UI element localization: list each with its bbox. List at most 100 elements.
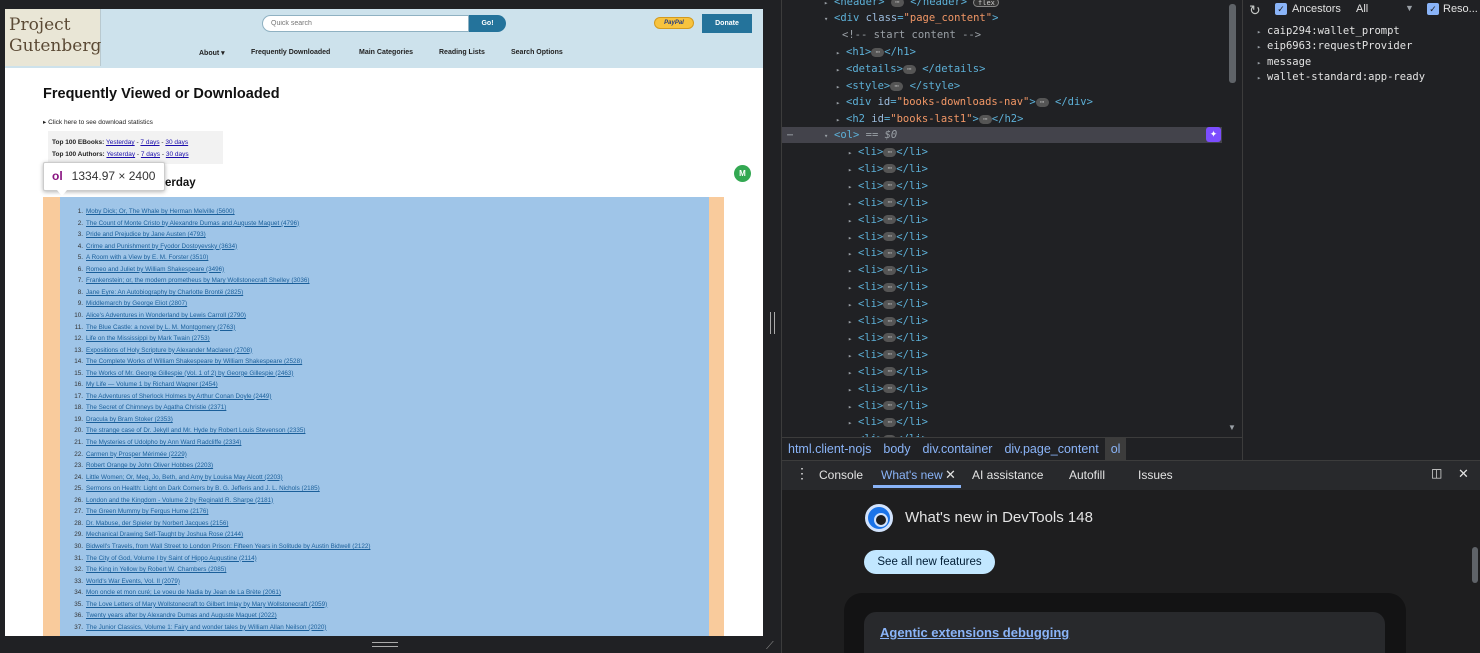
collapse-icon[interactable]: ▾ [824, 11, 834, 27]
authors-30-days-link[interactable]: 30 days [166, 151, 189, 158]
dom-node-li[interactable]: ▸<li>⋯</li> [848, 347, 928, 363]
dom-node-li[interactable]: ▸<li>⋯</li> [848, 195, 928, 211]
dom-node-ol-selected[interactable]: ▾ <ol> == $0 [782, 127, 1222, 143]
nav-main-categories[interactable]: Main Categories [359, 49, 413, 56]
flex-badge[interactable]: flex [973, 0, 1000, 7]
dom-node-li[interactable]: ▸<li>⋯</li> [848, 381, 928, 397]
expand-icon[interactable]: ▸ [848, 263, 858, 279]
book-link[interactable]: The Mysteries of Udolpho by Ann Ward Rad… [86, 439, 241, 446]
expand-icon[interactable]: ▸ [836, 45, 846, 61]
breadcrumb-html[interactable]: html.client-nojs [782, 438, 877, 460]
dom-node-li[interactable]: ▸<li>⋯</li> [848, 262, 928, 278]
paypal-button[interactable]: PayPal [654, 17, 694, 29]
ellipsis-icon[interactable]: ⋯ [883, 282, 897, 292]
breadcrumb-page-content[interactable]: div.page_content [998, 438, 1104, 460]
dock-side-icon[interactable]: ◫ [1431, 466, 1442, 480]
see-all-features-button[interactable]: See all new features [864, 550, 995, 574]
book-link[interactable]: Carmen by Prosper Mérimée (2229) [86, 451, 187, 458]
expand-icon[interactable]: ▸ [848, 314, 858, 330]
book-link[interactable]: The City of God, Volume I by Saint of Hi… [86, 555, 257, 562]
dom-node-li[interactable]: ▸<li>⋯</li> [848, 279, 928, 295]
resources-checkbox[interactable]: ✓ [1427, 3, 1439, 16]
expand-icon[interactable]: ▸ [848, 348, 858, 364]
book-link[interactable]: Frankenstein; or, the modern prometheus … [86, 277, 310, 284]
tab-autofill[interactable]: Autofill [1069, 468, 1105, 482]
book-link[interactable]: The Works of Mr. George Gillespie (Vol. … [86, 370, 293, 377]
book-link[interactable]: Life on the Mississippi by Mark Twain (2… [86, 335, 210, 342]
extension-badge-icon[interactable]: M [734, 165, 751, 182]
ellipsis-icon[interactable]: ⋯ [883, 401, 897, 410]
expand-icon[interactable]: ▸ [848, 399, 858, 415]
book-link[interactable]: The Green Mummy by Fergus Hume (2176) [86, 508, 208, 515]
ancestors-checkbox[interactable]: ✓ [1275, 3, 1287, 16]
ellipsis-icon[interactable]: ⋯ [883, 316, 897, 326]
expand-icon[interactable]: ▸ [848, 213, 858, 229]
nav-frequently-downloaded[interactable]: Frequently Downloaded [251, 49, 330, 56]
book-link[interactable]: Alice's Adventures in Wonderland by Lewi… [86, 312, 246, 319]
book-link[interactable]: Dracula by Bram Stoker (2353) [86, 416, 173, 423]
dom-node-header[interactable]: ▸ <header> ⋯ </header> flex [824, 0, 1000, 10]
split-handle[interactable] [770, 312, 775, 334]
quick-search-input[interactable] [262, 15, 469, 32]
book-link[interactable]: Expositions of Holy Scripture by Alexand… [86, 347, 252, 354]
resize-grip-icon[interactable]: ⟋ [766, 640, 774, 653]
breadcrumb-ol[interactable]: ol [1104, 438, 1127, 460]
dom-node-li[interactable]: ▸<li>⋯</li> [848, 364, 928, 380]
listener-item[interactable]: ▸ message [1257, 56, 1311, 68]
ellipsis-icon[interactable]: ⋯ [978, 114, 992, 124]
book-link[interactable]: Romeo and Juliet by William Shakespeare … [86, 266, 224, 273]
resize-handle[interactable] [372, 642, 398, 647]
more-actions-icon[interactable]: ⋯ [787, 130, 793, 141]
book-link[interactable]: Mon oncle et mon curé; Le voeu de Nadia … [86, 589, 281, 596]
book-link[interactable]: Moby Dick; Or, The Whale by Herman Melvi… [86, 208, 235, 215]
book-link[interactable]: Robert Orange by John Oliver Hobbes (220… [86, 462, 213, 469]
book-link[interactable]: Bidwell's Travels, from Wall Street to L… [86, 543, 370, 550]
book-link[interactable]: Pride and Prejudice by Jane Austen (4793… [86, 231, 206, 238]
tab-whats-new[interactable]: What's new [881, 468, 943, 482]
book-link[interactable]: Sermons on Health: Light on Dark Corners… [86, 485, 320, 492]
ellipsis-icon[interactable]: ⋯ [883, 198, 897, 208]
nav-search-options[interactable]: Search Options [511, 49, 563, 56]
book-link[interactable]: Jane Eyre: An Autobiography by Charlotte… [86, 289, 243, 296]
dom-node-li[interactable]: ▸<li>⋯</li> [848, 313, 928, 329]
expand-icon[interactable]: ▸ [836, 62, 846, 78]
ellipsis-icon[interactable]: ⋯ [883, 299, 897, 309]
expand-icon[interactable]: ▸ [848, 145, 858, 161]
book-link[interactable]: The Secret of Chimneys by Agatha Christi… [86, 404, 226, 411]
scroll-down-icon[interactable]: ▼ [1228, 423, 1236, 432]
ebooks-30-days-link[interactable]: 30 days [165, 139, 188, 146]
expand-icon[interactable]: ▸ [836, 95, 846, 111]
book-link[interactable]: Dr. Mabuse, der Spieler by Norbert Jacqu… [86, 520, 228, 527]
ellipsis-icon[interactable]: ⋯ [883, 265, 897, 275]
book-link[interactable]: The strange case of Dr. Jekyll and Mr. H… [86, 427, 305, 434]
ellipsis-icon[interactable]: ⋯ [883, 350, 897, 360]
authors-7-days-link[interactable]: 7 days [141, 151, 160, 158]
ellipsis-icon[interactable]: ⋯ [883, 164, 897, 174]
book-link[interactable]: Little Women; Or, Meg, Jo, Beth, and Amy… [86, 474, 283, 481]
go-button[interactable]: Go! [469, 15, 506, 32]
breadcrumb-container[interactable]: div.container [916, 438, 998, 460]
dom-node-li[interactable]: ▸<li>⋯</li> [848, 398, 928, 414]
ellipsis-icon[interactable]: ⋯ [883, 248, 897, 258]
ellipsis-icon[interactable]: ⋯ [1035, 97, 1049, 107]
drawer-scrollbar[interactable] [1472, 547, 1478, 583]
expand-icon[interactable]: ▸ [836, 112, 846, 128]
dom-node-page-content[interactable]: ▾ <div class="page_content"> [824, 10, 998, 26]
ellipsis-icon[interactable]: ⋯ [883, 384, 897, 394]
book-link[interactable]: The Adventures of Sherlock Holmes by Art… [86, 393, 272, 400]
tab-console[interactable]: Console [819, 468, 863, 482]
book-link[interactable]: The Blue Castle: a novel by L. M. Montgo… [86, 324, 235, 331]
ai-assistance-icon[interactable]: ✦ [1206, 127, 1221, 142]
book-link[interactable]: Crime and Punishment by Fyodor Dostoyevs… [86, 243, 237, 250]
nav-reading-lists[interactable]: Reading Lists [439, 49, 485, 56]
ebooks-yesterday-link[interactable]: Yesterday [106, 139, 135, 146]
expand-icon[interactable]: ▸ [848, 365, 858, 381]
expand-icon[interactable]: ▸ [848, 331, 858, 347]
tab-issues[interactable]: Issues [1138, 468, 1173, 482]
book-link[interactable]: The Complete Works of William Shakespear… [86, 358, 302, 365]
expand-icon[interactable]: ▸ [848, 162, 858, 178]
collapse-icon[interactable]: ▾ [824, 128, 834, 144]
ellipsis-icon[interactable]: ⋯ [883, 232, 897, 241]
ellipsis-icon[interactable]: ⋯ [883, 417, 897, 427]
dom-node-h1[interactable]: ▸ <h1> ⋯ </h1> [836, 44, 916, 60]
